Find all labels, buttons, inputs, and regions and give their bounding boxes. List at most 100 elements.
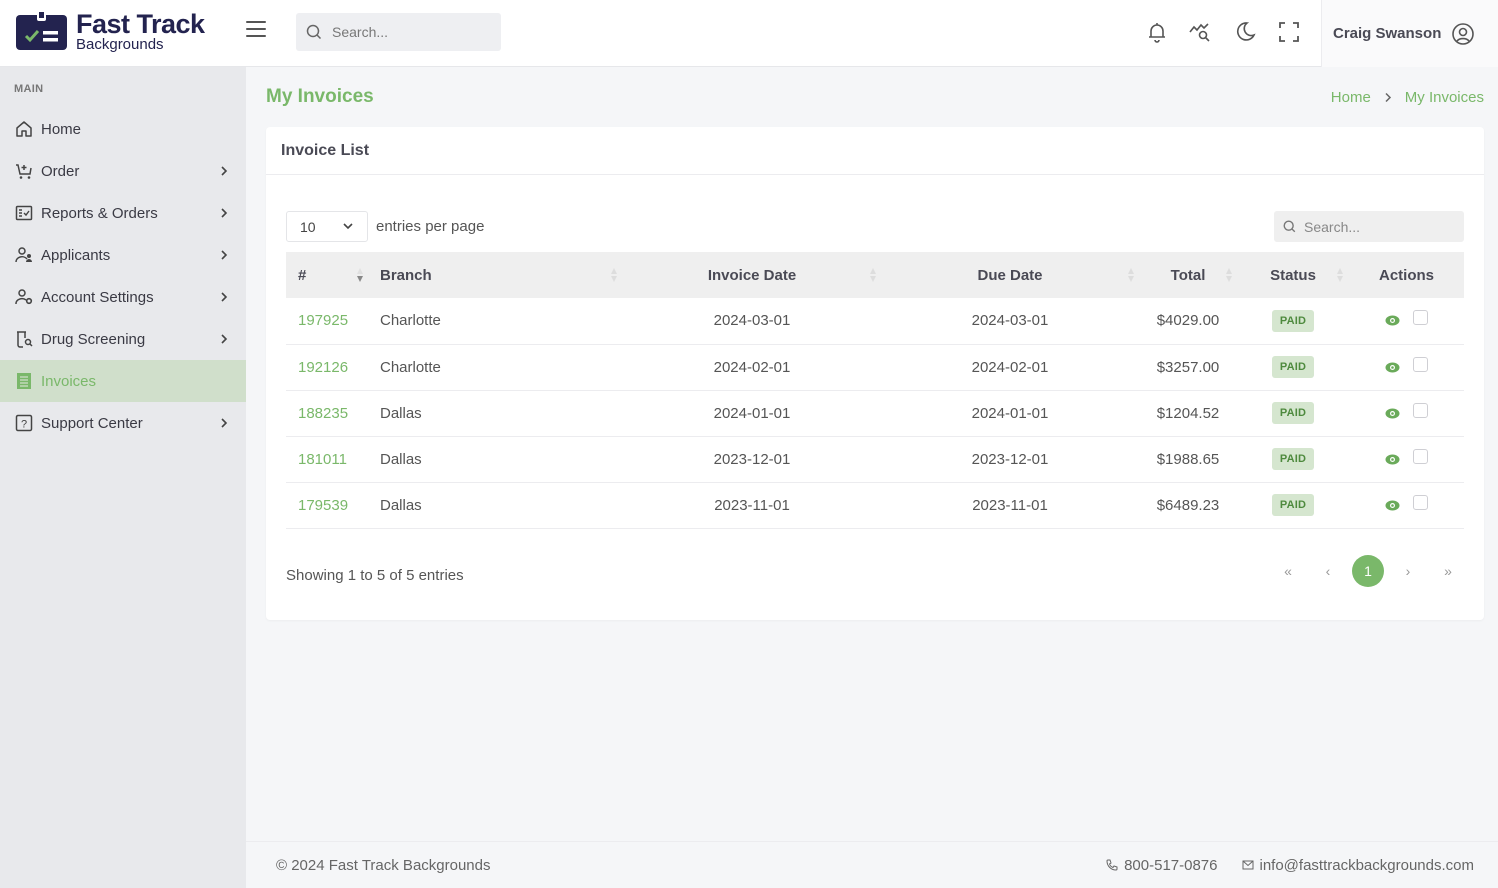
table-search-input[interactable]	[1304, 218, 1454, 235]
invoice-id-cell: 192126	[286, 344, 380, 390]
user-menu[interactable]: Craig Swanson	[1321, 0, 1498, 67]
users-icon	[14, 247, 32, 263]
svg-text:?: ?	[20, 419, 26, 431]
column-header-status[interactable]: Status	[1237, 252, 1349, 298]
branch-cell: Charlotte	[380, 358, 441, 376]
mail-icon	[1242, 860, 1253, 870]
column-header-total[interactable]: Total	[1139, 252, 1237, 298]
sidebar: MAIN Home Order Reports & Orders Applica…	[0, 67, 246, 888]
sidebar-item-invoices[interactable]: Invoices	[0, 360, 246, 402]
table-header-row: # Branch Invoice Date Due Date Total Sta…	[286, 252, 1464, 298]
entries-per-page-select[interactable]: 10	[286, 211, 368, 242]
invoice-table: # Branch Invoice Date Due Date Total Sta…	[286, 252, 1464, 529]
chevron-right-icon	[221, 418, 228, 428]
view-eye-icon[interactable]	[1385, 362, 1400, 373]
status-badge: PAID	[1271, 356, 1315, 378]
fullscreen-icon[interactable]	[1277, 20, 1301, 44]
view-eye-icon[interactable]	[1385, 500, 1400, 511]
menu-toggle-button[interactable]	[246, 21, 266, 37]
due-date-cell: 2024-02-01	[971, 358, 1049, 376]
chevron-right-icon	[221, 166, 228, 176]
chevron-down-icon	[343, 223, 353, 230]
invoice-id-link[interactable]: 179539	[298, 497, 348, 514]
sidebar-item-drug-screening[interactable]: Drug Screening	[0, 318, 246, 360]
status-cell: PAID	[1237, 436, 1349, 482]
invoice-id-cell: 181011	[286, 436, 380, 482]
sidebar-item-applicants[interactable]: Applicants	[0, 234, 246, 276]
chevron-right-icon	[221, 250, 228, 260]
status-cell: PAID	[1237, 298, 1349, 344]
row-select-checkbox[interactable]	[1413, 356, 1428, 372]
hamburger-line	[246, 28, 266, 30]
table-row: 181011 Dallas 2023-12-01 2023-12-01 $198…	[286, 436, 1464, 482]
first-page-button[interactable]: «	[1272, 555, 1304, 587]
last-page-button[interactable]: »	[1432, 555, 1464, 587]
table-row: 197925 Charlotte 2024-03-01 2024-03-01 $…	[286, 298, 1464, 344]
footer-phone[interactable]: 800-517-0876	[1106, 857, 1218, 874]
column-header-branch[interactable]: Branch	[380, 252, 623, 298]
branch-cell: Dallas	[380, 404, 422, 422]
showing-entries-text: Showing 1 to 5 of 5 entries	[286, 567, 464, 584]
moon-icon[interactable]	[1233, 20, 1257, 44]
view-eye-icon[interactable]	[1385, 454, 1400, 465]
view-eye-icon[interactable]	[1385, 408, 1400, 419]
page-1-button[interactable]: 1	[1352, 555, 1384, 587]
sidebar-item-home[interactable]: Home	[0, 108, 246, 150]
brand-name: Fast Track	[76, 9, 205, 39]
hamburger-line	[246, 35, 266, 37]
column-header-invoice-date[interactable]: Invoice Date	[623, 252, 881, 298]
invoice-id-link[interactable]: 197925	[298, 312, 348, 329]
due-date-cell: 2024-03-01	[971, 312, 1049, 330]
sidebar-item-support-center[interactable]: ? Support Center	[0, 402, 246, 444]
sort-desc-icon	[357, 268, 363, 282]
sidebar-item-order[interactable]: Order	[0, 150, 246, 192]
due-date-cell: 2023-11-01	[972, 496, 1048, 514]
view-eye-icon[interactable]	[1385, 315, 1400, 326]
sidebar-item-label: Invoices	[41, 372, 97, 390]
analytics-search-icon[interactable]	[1188, 20, 1212, 44]
invoice-id-link[interactable]: 188235	[298, 405, 348, 422]
top-header: Fast Track Backgrounds Craig Swanson	[0, 0, 1498, 67]
breadcrumb-current[interactable]: My Invoices	[1405, 89, 1484, 106]
total-cell: $3257.00	[1156, 358, 1220, 376]
chevron-right-icon	[1385, 92, 1391, 103]
sidebar-item-account-settings[interactable]: Account Settings	[0, 276, 246, 318]
invoice-id-link[interactable]: 181011	[298, 451, 347, 468]
id-badge-logo-icon	[16, 12, 67, 50]
status-cell: PAID	[1237, 482, 1349, 528]
footer-email[interactable]: info@fasttrackbackgrounds.com	[1242, 857, 1474, 874]
table-row: 192126 Charlotte 2024-02-01 2024-02-01 $…	[286, 344, 1464, 390]
invoice-id-link[interactable]: 192126	[298, 359, 348, 376]
invoice-list-card: Invoice List 10 entries per page # Branc…	[266, 127, 1484, 620]
next-page-button[interactable]: ›	[1392, 555, 1424, 587]
invoice-date-cell: 2024-01-01	[713, 404, 791, 422]
global-search	[296, 13, 501, 51]
row-select-checkbox[interactable]	[1413, 448, 1428, 464]
bell-icon[interactable]	[1145, 20, 1169, 44]
user-avatar-icon	[1452, 22, 1475, 45]
row-select-checkbox[interactable]	[1413, 310, 1428, 326]
actions-cell	[1349, 390, 1464, 436]
row-select-checkbox[interactable]	[1413, 402, 1428, 418]
invoice-id-cell: 197925	[286, 298, 380, 344]
total-cell: $4029.00	[1156, 312, 1220, 330]
invoice-date-cell: 2024-02-01	[713, 358, 791, 376]
chevron-right-icon	[221, 208, 228, 218]
sidebar-item-label: Home	[41, 120, 82, 138]
footer: © 2024 Fast Track Backgrounds 800-517-08…	[246, 841, 1498, 888]
brand-logo[interactable]: Fast Track Backgrounds	[16, 9, 205, 52]
breadcrumb-home[interactable]: Home	[1331, 89, 1371, 106]
column-header-due-date[interactable]: Due Date	[881, 252, 1139, 298]
column-header-id[interactable]: #	[286, 252, 380, 298]
table-row: 188235 Dallas 2024-01-01 2024-01-01 $120…	[286, 390, 1464, 436]
phone-icon	[1106, 859, 1118, 871]
global-search-input[interactable]	[332, 24, 482, 40]
previous-page-button[interactable]: ‹	[1312, 555, 1344, 587]
total-cell: $1988.65	[1156, 450, 1220, 468]
row-select-checkbox[interactable]	[1413, 494, 1428, 510]
invoice-date-cell: 2023-12-01	[713, 450, 791, 468]
page-title: My Invoices	[266, 86, 374, 107]
card-title: Invoice List	[281, 141, 370, 159]
status-badge: PAID	[1271, 402, 1315, 424]
sidebar-item-reports-orders[interactable]: Reports & Orders	[0, 192, 246, 234]
